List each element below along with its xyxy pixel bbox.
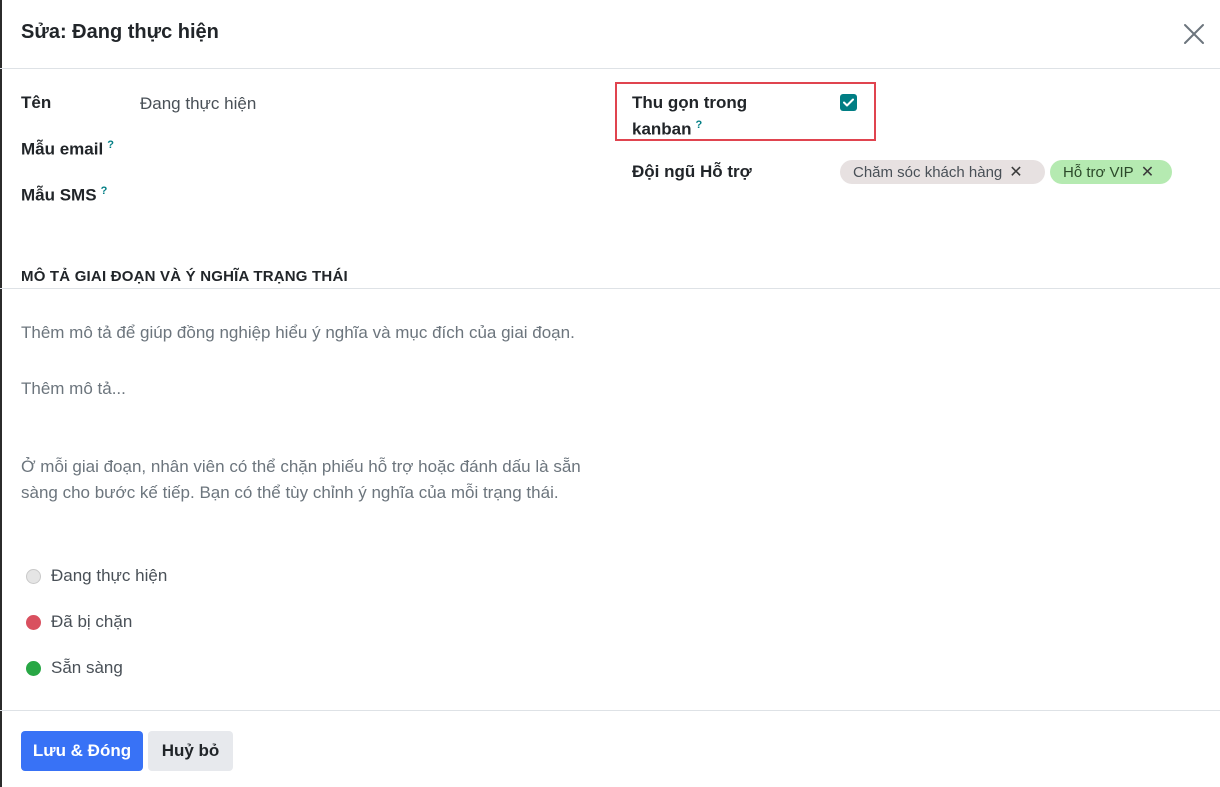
section-divider: [0, 288, 1220, 289]
tag-label: Chăm sóc khách hàng: [853, 163, 1003, 181]
fold-label-line2: kanban?: [632, 119, 703, 139]
state-label: Đang thực hiện: [51, 566, 168, 585]
help-icon[interactable]: ?: [107, 139, 114, 151]
team-tag[interactable]: Chăm sóc khách hàng ✕: [840, 160, 1045, 184]
red-dot-icon: [26, 614, 41, 630]
name-label: Tên: [21, 93, 52, 112]
remove-tag-icon[interactable]: ✕: [1009, 162, 1022, 182]
close-button[interactable]: [1182, 22, 1206, 46]
state-label: Sẵn sàng: [51, 658, 123, 677]
state-item-blocked: Đã bị chặn: [26, 612, 132, 632]
description-hint: Thêm mô tả để giúp đồng nghiệp hiểu ý ng…: [21, 323, 575, 342]
green-dot-icon: [26, 660, 41, 676]
close-icon: [1184, 24, 1204, 44]
state-item-in-progress: Đang thực hiện: [26, 566, 167, 586]
section-title: MÔ TẢ GIAI ĐOẠN VÀ Ý NGHĨA TRẠNG THÁI: [21, 268, 348, 285]
left-edge: [0, 0, 2, 787]
email-template-field[interactable]: [140, 139, 560, 163]
help-icon[interactable]: ?: [696, 119, 703, 131]
sms-template-field[interactable]: [140, 185, 560, 209]
fold-label-line1: Thu gọn trong: [632, 93, 748, 112]
state-item-ready: Sẵn sàng: [26, 658, 123, 678]
remove-tag-icon[interactable]: ✕: [1141, 162, 1154, 182]
tag-label: Hỗ trơ VIP: [1063, 163, 1134, 181]
email-template-label: Mẫu email?: [21, 139, 114, 159]
dialog-header: Sửa: Đang thực hiện: [0, 0, 1220, 69]
help-icon[interactable]: ?: [101, 185, 108, 197]
gray-dot-icon: [26, 568, 41, 584]
cancel-button[interactable]: Huỷ bỏ: [148, 731, 233, 771]
check-icon: [843, 98, 854, 107]
fold-checkbox[interactable]: [840, 94, 857, 111]
save-close-button[interactable]: Lưu & Đóng: [21, 731, 143, 771]
sms-template-label: Mẫu SMS?: [21, 185, 108, 205]
team-label: Đội ngũ Hỗ trợ: [632, 162, 752, 181]
dialog-title: Sửa: Đang thực hiện: [21, 21, 219, 43]
description-editor[interactable]: Thêm mô tả...: [21, 376, 126, 402]
state-label: Đã bị chặn: [51, 612, 133, 631]
name-field[interactable]: Đang thực hiện: [140, 94, 256, 114]
states-intro: Ở mỗi giai đoạn, nhân viên có thể chặn p…: [21, 457, 581, 502]
footer-divider: [0, 710, 1220, 711]
team-tag[interactable]: Hỗ trơ VIP ✕: [1050, 160, 1172, 184]
